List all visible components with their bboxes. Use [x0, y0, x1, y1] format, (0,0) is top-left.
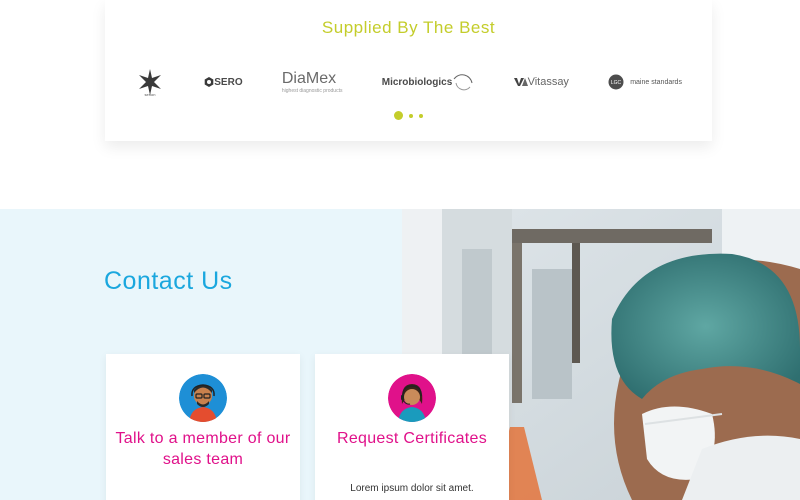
maine-standards-logo[interactable]: LGC maine standards [608, 74, 682, 90]
vitassay-logo-text: Vitassay [527, 76, 569, 88]
sero-logo[interactable]: SERO [204, 76, 243, 88]
microbiologics-arc-icon [453, 74, 473, 91]
contact-title: Contact Us [104, 267, 233, 295]
hexagon-icon [204, 77, 214, 87]
carousel-dot-3[interactable] [419, 113, 423, 118]
lgc-badge-icon: LGC [608, 74, 624, 90]
sales-team-card[interactable]: Talk to a member of our sales team [106, 354, 300, 500]
vitassay-mark-icon [513, 78, 528, 86]
carousel-dot-1[interactable] [394, 111, 403, 120]
support-agent-avatar [388, 374, 436, 422]
diamex-logo[interactable]: DiaMex highest diagnostic products [282, 70, 343, 94]
request-certificates-card[interactable]: Request Certificates Lorem ipsum dolor s… [315, 354, 509, 500]
carousel-dots [105, 111, 712, 120]
serion-logo-text: serion [145, 92, 156, 97]
sales-rep-avatar [179, 374, 227, 422]
suppliers-card: Supplied By The Best serion SERO DiaMex … [105, 0, 712, 141]
diamex-logo-text: DiaMex [281, 70, 337, 87]
request-certificates-text: Lorem ipsum dolor sit amet. [350, 483, 474, 494]
carousel-dot-2[interactable] [409, 113, 413, 118]
maine-standards-logo-text: maine standards [630, 78, 682, 86]
suppliers-title: Supplied By The Best [321, 18, 496, 37]
microbiologics-logo-text: Microbiologics [381, 76, 453, 88]
sales-team-title: Talk to a member of our sales team [115, 430, 291, 468]
contact-section: Contact Us Talk to a member of our sales… [0, 209, 800, 500]
serion-logo[interactable]: serion [135, 67, 165, 97]
lgc-badge-text: LGC [611, 80, 622, 86]
vitassay-logo[interactable]: Vitassay [513, 76, 569, 88]
sero-logo-text: SERO [214, 76, 243, 88]
serion-star-icon: serion [139, 69, 161, 97]
diamex-logo-subtext: highest diagnostic products [281, 88, 343, 94]
supplier-logos: serion SERO DiaMex highest diagnostic pr… [135, 64, 682, 100]
microbiologics-logo[interactable]: Microbiologics [382, 71, 475, 93]
request-certificates-title: Request Certificates [336, 430, 488, 447]
